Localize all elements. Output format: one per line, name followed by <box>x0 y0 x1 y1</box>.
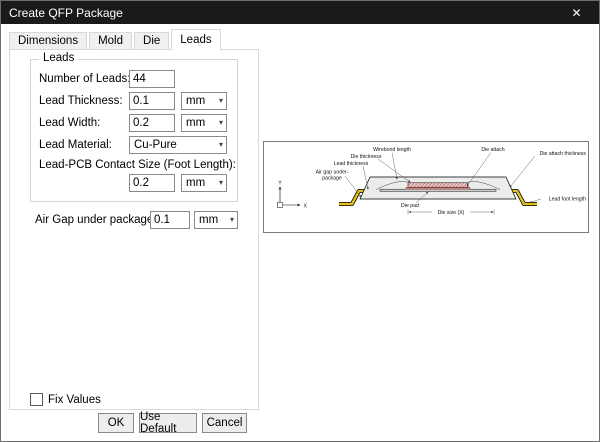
tab-die[interactable]: Die <box>134 32 169 50</box>
tab-mold[interactable]: Mold <box>89 32 132 50</box>
contact-size-unit-value: mm <box>186 177 205 189</box>
die-thickness-label: Die thickness <box>351 154 382 160</box>
tab-mold-label: Mold <box>98 35 123 47</box>
window-title: Create QFP Package <box>1 6 123 20</box>
lead-thickness-label: Lead thickness <box>334 161 369 167</box>
wirebond-length-leader <box>392 153 397 180</box>
fix-values-label: Fix Values <box>48 394 101 406</box>
chevron-down-icon: ▾ <box>219 97 223 105</box>
air-gap-leader <box>345 176 361 197</box>
lead-material-value: Cu-Pure <box>134 139 177 151</box>
tab-bar: Dimensions Mold Die Leads <box>9 29 223 50</box>
title-bar: Create QFP Package ✕ <box>1 1 599 24</box>
tab-die-label: Die <box>143 35 160 47</box>
x-axis-label: X <box>304 204 308 210</box>
wirebond-length-label: Wirebond length <box>373 147 411 153</box>
die-attach-label: Die attach <box>481 147 504 153</box>
contact-size-input[interactable] <box>129 174 175 192</box>
tab-leads[interactable]: Leads <box>171 29 220 50</box>
lead-material-label: Lead Material: <box>39 139 112 151</box>
lead-thickness-unit-value: mm <box>186 95 205 107</box>
lead-thickness-input[interactable] <box>129 92 175 110</box>
qfp-diagram-panel: Y X <box>263 141 589 233</box>
air-gap-unit-value: mm <box>199 214 218 226</box>
chevron-down-icon: ▾ <box>219 141 223 149</box>
close-icon: ✕ <box>571 6 581 20</box>
air-gap-unit-select[interactable]: mm ▾ <box>194 211 238 229</box>
fix-values-checkbox[interactable] <box>30 393 43 406</box>
lead-width-unit-value: mm <box>186 117 205 129</box>
create-qfp-package-dialog: Create QFP Package ✕ Dimensions Mold Die… <box>0 0 600 442</box>
close-button[interactable]: ✕ <box>554 1 599 24</box>
tab-dimensions[interactable]: Dimensions <box>9 32 87 50</box>
y-axis-label: Y <box>278 181 282 187</box>
leads-tab-page: Leads Number of Leads: Lead Thickness: m… <box>9 49 259 410</box>
die-hatch <box>408 183 468 187</box>
lead-width-label: Lead Width: <box>39 117 100 129</box>
die-pad-shape <box>380 189 496 191</box>
lead-thickness-leader <box>363 166 368 189</box>
lead-foot-length-leader <box>530 199 541 203</box>
die-attach-thickness-label: Die attach thickness <box>540 151 587 157</box>
lead-thickness-unit-select[interactable]: mm ▾ <box>181 92 227 110</box>
die-size-label: Die size (X) <box>438 210 465 216</box>
leads-groupbox: Leads Number of Leads: Lead Thickness: m… <box>30 59 238 202</box>
air-gap-label: Air Gap under package: <box>35 214 156 226</box>
chevron-down-icon: ▾ <box>230 216 234 224</box>
tab-dimensions-label: Dimensions <box>18 35 78 47</box>
air-gap-input[interactable] <box>150 211 190 229</box>
lead-width-unit-select[interactable]: mm ▾ <box>181 114 227 132</box>
chevron-down-icon: ▾ <box>219 179 223 187</box>
lead-material-select[interactable]: Cu-Pure ▾ <box>129 136 227 154</box>
chevron-down-icon: ▾ <box>219 119 223 127</box>
air-gap-label-line2: package <box>322 176 342 182</box>
qfp-cross-section-diagram: Y X <box>264 142 588 232</box>
tab-leads-label: Leads <box>180 34 211 46</box>
contact-size-unit-select[interactable]: mm ▾ <box>181 174 227 192</box>
die-attach-thickness-leader <box>510 156 535 187</box>
use-default-button[interactable]: Use Default <box>139 413 197 433</box>
fix-values-row: Fix Values <box>30 393 101 406</box>
cancel-button[interactable]: Cancel <box>202 413 247 433</box>
leads-group-title: Leads <box>39 52 78 64</box>
lead-width-input[interactable] <box>129 114 175 132</box>
lead-thickness-label: Lead Thickness: <box>39 95 123 107</box>
die-attach-shape <box>406 187 470 189</box>
contact-size-label: Lead-PCB Contact Size (Foot Length): <box>39 159 236 171</box>
die-pad-label: Die pad <box>401 203 419 209</box>
number-of-leads-label: Number of Leads: <box>39 73 130 85</box>
lead-foot-length-label: Lead foot length <box>549 197 586 203</box>
axis-origin-box <box>278 203 283 208</box>
ok-button[interactable]: OK <box>98 413 134 433</box>
number-of-leads-input[interactable] <box>129 70 175 88</box>
